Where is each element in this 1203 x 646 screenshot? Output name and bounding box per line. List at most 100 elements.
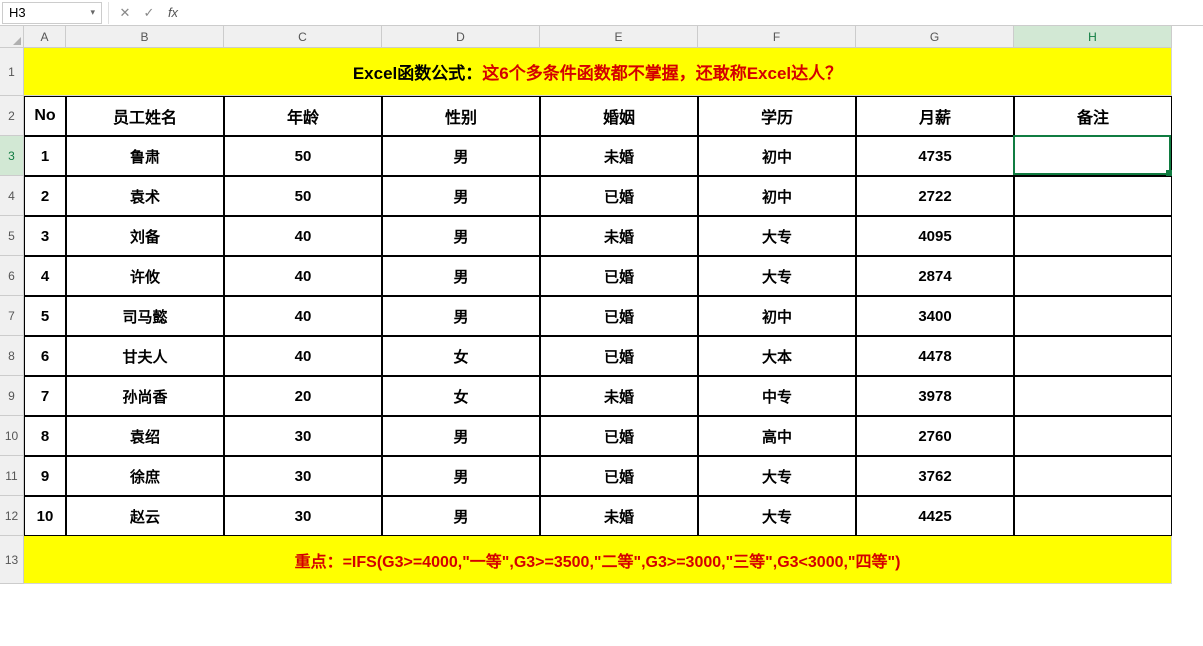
- table-cell[interactable]: 3: [24, 216, 66, 256]
- table-cell[interactable]: 3762: [856, 456, 1014, 496]
- table-cell[interactable]: 男: [382, 496, 540, 536]
- table-cell[interactable]: [1014, 416, 1172, 456]
- table-cell[interactable]: [1014, 456, 1172, 496]
- table-cell[interactable]: 已婚: [540, 336, 698, 376]
- table-cell[interactable]: [1014, 336, 1172, 376]
- table-cell[interactable]: 中专: [698, 376, 856, 416]
- table-cell[interactable]: 大专: [698, 456, 856, 496]
- table-cell[interactable]: 已婚: [540, 296, 698, 336]
- column-header-C[interactable]: C: [224, 26, 382, 48]
- row-header-9[interactable]: 9: [0, 376, 24, 416]
- table-cell[interactable]: 2722: [856, 176, 1014, 216]
- table-cell[interactable]: 10: [24, 496, 66, 536]
- table-cell[interactable]: 鲁肃: [66, 136, 224, 176]
- table-cell[interactable]: 2760: [856, 416, 1014, 456]
- table-cell[interactable]: 大专: [698, 256, 856, 296]
- table-cell[interactable]: 孙尚香: [66, 376, 224, 416]
- table-cell[interactable]: 50: [224, 136, 382, 176]
- row-header-8[interactable]: 8: [0, 336, 24, 376]
- table-cell[interactable]: 男: [382, 256, 540, 296]
- column-header-D[interactable]: D: [382, 26, 540, 48]
- table-cell[interactable]: [1014, 176, 1172, 216]
- table-cell[interactable]: 大专: [698, 496, 856, 536]
- table-cell[interactable]: 2: [24, 176, 66, 216]
- table-cell[interactable]: 初中: [698, 176, 856, 216]
- table-cell[interactable]: 2874: [856, 256, 1014, 296]
- row-header-10[interactable]: 10: [0, 416, 24, 456]
- row-header-4[interactable]: 4: [0, 176, 24, 216]
- table-cell[interactable]: 袁绍: [66, 416, 224, 456]
- row-header-13[interactable]: 13: [0, 536, 24, 584]
- formula-input[interactable]: [185, 2, 1203, 24]
- table-cell[interactable]: 已婚: [540, 416, 698, 456]
- table-cell[interactable]: [1014, 216, 1172, 256]
- table-cell[interactable]: 袁术: [66, 176, 224, 216]
- table-cell[interactable]: 男: [382, 136, 540, 176]
- table-cell[interactable]: 50: [224, 176, 382, 216]
- row-header-6[interactable]: 6: [0, 256, 24, 296]
- table-cell[interactable]: [1014, 256, 1172, 296]
- table-cell[interactable]: 9: [24, 456, 66, 496]
- column-header-F[interactable]: F: [698, 26, 856, 48]
- chevron-down-icon[interactable]: ▾: [90, 7, 95, 18]
- fx-icon[interactable]: fx: [161, 2, 185, 24]
- table-cell[interactable]: 未婚: [540, 376, 698, 416]
- table-cell[interactable]: 初中: [698, 296, 856, 336]
- table-cell[interactable]: 已婚: [540, 456, 698, 496]
- row-header-2[interactable]: 2: [0, 96, 24, 136]
- select-all-corner[interactable]: [0, 26, 24, 48]
- table-cell[interactable]: 4: [24, 256, 66, 296]
- table-cell[interactable]: [1014, 376, 1172, 416]
- table-cell[interactable]: 大专: [698, 216, 856, 256]
- table-cell[interactable]: 40: [224, 336, 382, 376]
- table-cell[interactable]: 4425: [856, 496, 1014, 536]
- table-cell[interactable]: 刘备: [66, 216, 224, 256]
- table-cell[interactable]: 赵云: [66, 496, 224, 536]
- table-cell[interactable]: 8: [24, 416, 66, 456]
- table-cell[interactable]: 30: [224, 496, 382, 536]
- table-cell[interactable]: 4735: [856, 136, 1014, 176]
- table-cell[interactable]: 未婚: [540, 496, 698, 536]
- table-cell[interactable]: 3978: [856, 376, 1014, 416]
- table-cell[interactable]: 未婚: [540, 136, 698, 176]
- table-cell[interactable]: 许攸: [66, 256, 224, 296]
- table-cell[interactable]: 40: [224, 256, 382, 296]
- row-header-5[interactable]: 5: [0, 216, 24, 256]
- table-cell[interactable]: 40: [224, 296, 382, 336]
- table-cell[interactable]: [1014, 296, 1172, 336]
- row-header-11[interactable]: 11: [0, 456, 24, 496]
- table-cell[interactable]: 20: [224, 376, 382, 416]
- table-cell[interactable]: 男: [382, 216, 540, 256]
- table-cell[interactable]: 未婚: [540, 216, 698, 256]
- table-cell[interactable]: 40: [224, 216, 382, 256]
- table-cell[interactable]: 7: [24, 376, 66, 416]
- row-header-3[interactable]: 3: [0, 136, 24, 176]
- table-cell[interactable]: 已婚: [540, 256, 698, 296]
- table-cell[interactable]: 30: [224, 456, 382, 496]
- column-header-H[interactable]: H: [1014, 26, 1172, 48]
- column-header-A[interactable]: A: [24, 26, 66, 48]
- table-cell[interactable]: 4478: [856, 336, 1014, 376]
- row-header-1[interactable]: 1: [0, 48, 24, 96]
- table-cell[interactable]: 30: [224, 416, 382, 456]
- row-header-7[interactable]: 7: [0, 296, 24, 336]
- table-cell[interactable]: 徐庶: [66, 456, 224, 496]
- table-cell[interactable]: 司马懿: [66, 296, 224, 336]
- table-cell[interactable]: 大本: [698, 336, 856, 376]
- table-cell[interactable]: 女: [382, 376, 540, 416]
- table-cell[interactable]: 5: [24, 296, 66, 336]
- confirm-icon[interactable]: ✓: [137, 2, 161, 24]
- table-cell[interactable]: 男: [382, 296, 540, 336]
- column-header-E[interactable]: E: [540, 26, 698, 48]
- table-cell[interactable]: 男: [382, 176, 540, 216]
- cancel-icon[interactable]: ✕: [113, 2, 137, 24]
- table-cell[interactable]: 女: [382, 336, 540, 376]
- table-cell[interactable]: 男: [382, 456, 540, 496]
- column-header-B[interactable]: B: [66, 26, 224, 48]
- table-cell[interactable]: [1014, 136, 1172, 176]
- table-cell[interactable]: 甘夫人: [66, 336, 224, 376]
- table-cell[interactable]: 3400: [856, 296, 1014, 336]
- table-cell[interactable]: 高中: [698, 416, 856, 456]
- name-box[interactable]: H3 ▾: [2, 2, 102, 24]
- table-cell[interactable]: [1014, 496, 1172, 536]
